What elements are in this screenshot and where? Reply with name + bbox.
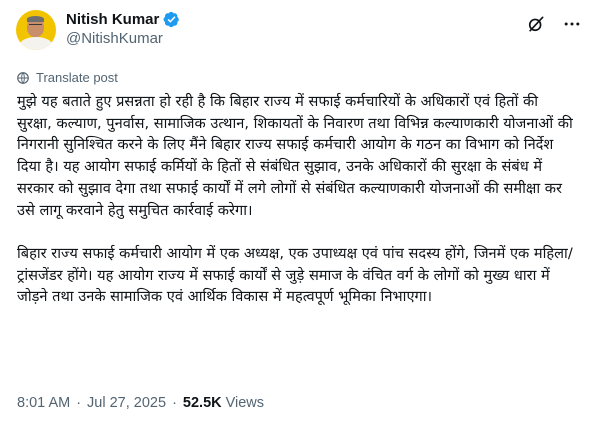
tweet-date[interactable]: Jul 27, 2025	[87, 395, 166, 411]
tweet-paragraph: बिहार राज्य सफाई कर्मचारी आयोग में एक अध…	[17, 244, 573, 306]
views-count[interactable]: 52.5K	[183, 395, 222, 411]
tweet-meta: 8:01 AM · Jul 27, 2025 · 52.5K Views	[17, 395, 264, 411]
tweet-text: मुझे यह बताते हुए प्रसन्नता हो रही है कि…	[17, 91, 577, 308]
meta-separator: ·	[172, 395, 177, 411]
tweet-time[interactable]: 8:01 AM	[17, 395, 70, 411]
more-options-icon[interactable]	[562, 14, 582, 34]
globe-icon	[17, 71, 29, 84]
tweet-header: Nitish Kumar @NitishKumar	[16, 10, 582, 52]
avatar[interactable]	[16, 10, 56, 50]
verified-badge-icon	[163, 11, 180, 28]
tweet-paragraph: मुझे यह बताते हुए प्रसन्नता हो रही है कि…	[17, 93, 573, 219]
header-actions	[526, 14, 582, 34]
views-label: Views	[225, 395, 265, 411]
translate-label: Translate post	[36, 70, 118, 85]
translate-post-link[interactable]: Translate post	[16, 70, 118, 85]
meta-separator: ·	[76, 395, 82, 411]
author-names: Nitish Kumar @NitishKumar	[66, 11, 180, 47]
display-name[interactable]: Nitish Kumar	[66, 11, 159, 28]
handle[interactable]: @NitishKumar	[66, 30, 180, 47]
grok-icon[interactable]	[526, 14, 546, 34]
